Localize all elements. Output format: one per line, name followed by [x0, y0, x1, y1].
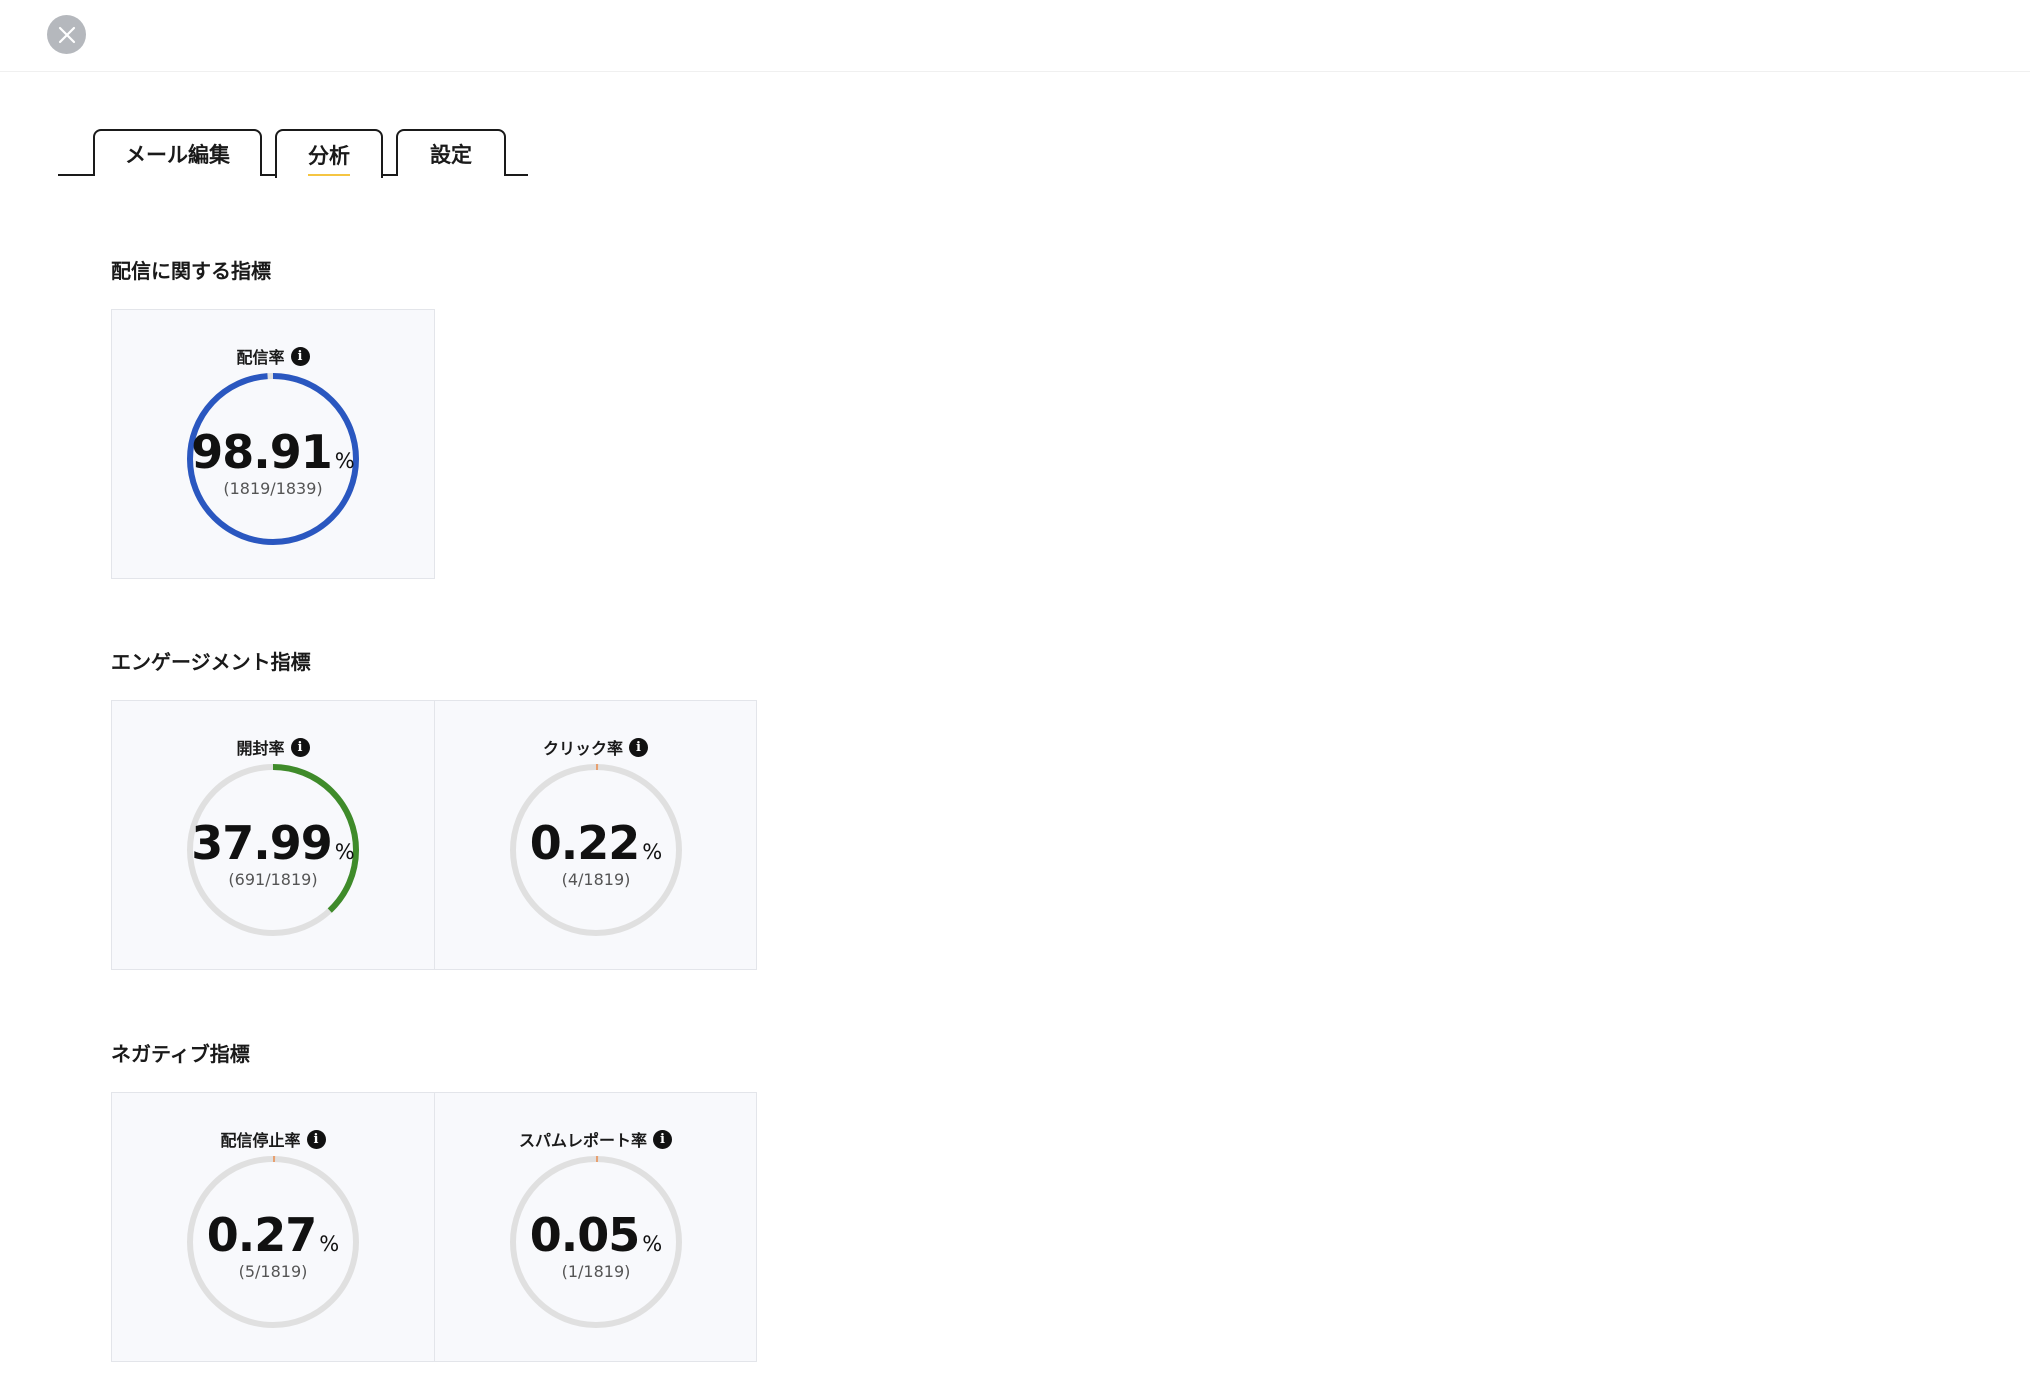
- tab-analysis[interactable]: 分析: [275, 129, 383, 178]
- close-icon: [58, 26, 75, 43]
- metric-label: 配信率: [236, 348, 285, 367]
- metric-unit: %: [334, 448, 355, 473]
- metric-card-open-rate: 開封率 i 37.99% (691/1819): [112, 701, 434, 969]
- metric-label: スパムレポート率: [518, 1131, 647, 1150]
- info-icon[interactable]: i: [290, 737, 310, 757]
- metric-label: 配信停止率: [220, 1131, 301, 1150]
- metric-value: 0.22: [529, 815, 640, 870]
- metric-card-spam-report-rate: スパムレポート率 i 0.05% (1/1819): [434, 1093, 756, 1361]
- metric-ratio: (4/1819): [561, 869, 631, 889]
- gauge-readout: 0.27% (5/1819): [184, 1153, 362, 1331]
- section-title-negative: ネガティブ指標: [111, 1042, 250, 1066]
- donut-gauge: 37.99% (691/1819): [184, 761, 362, 939]
- metric-label-row: 配信率 i: [112, 344, 434, 368]
- info-icon[interactable]: i: [290, 346, 310, 366]
- engagement-metrics-row: 開封率 i 37.99% (691/1819) クリック率 i 0.22% (4/1819): [111, 700, 757, 970]
- metric-unit: %: [642, 1231, 663, 1256]
- donut-gauge: 0.27% (5/1819): [184, 1153, 362, 1331]
- metric-value: 0.27: [206, 1207, 317, 1262]
- tab-mail-edit[interactable]: メール編集: [93, 129, 262, 176]
- info-icon[interactable]: i: [306, 1129, 326, 1149]
- negative-metrics-row: 配信停止率 i 0.27% (5/1819) スパムレポート率 i 0.05% (1/181…: [111, 1092, 757, 1362]
- donut-gauge: 0.22% (4/1819): [507, 761, 685, 939]
- tab-label: 設定: [430, 142, 472, 167]
- info-icon[interactable]: i: [629, 737, 648, 757]
- metric-card-unsubscribe-rate: 配信停止率 i 0.27% (5/1819): [112, 1093, 434, 1361]
- metric-unit: %: [334, 839, 355, 864]
- metric-label: クリック率: [542, 739, 623, 758]
- metric-label-row: クリック率 i: [435, 735, 756, 759]
- metric-ratio: (691/1819): [228, 869, 318, 889]
- donut-gauge: 0.05% (1/1819): [507, 1153, 685, 1331]
- metric-label-row: 開封率 i: [112, 735, 434, 759]
- tab-bar: メール編集 分析 設定: [58, 129, 528, 178]
- metric-ratio: (5/1819): [238, 1261, 308, 1281]
- metric-value: 98.91: [191, 424, 333, 479]
- top-bar: [0, 0, 2030, 72]
- metric-card-delivery-rate: 配信率 i 98.91% (1819/1839): [112, 310, 434, 578]
- tab-label: 分析: [308, 140, 350, 176]
- metric-unit: %: [642, 839, 663, 864]
- metric-label-row: 配信停止率 i: [112, 1127, 434, 1151]
- metric-ratio: (1/1819): [561, 1261, 631, 1281]
- section-title-engagement: エンゲージメント指標: [111, 650, 311, 674]
- metric-unit: %: [319, 1231, 340, 1256]
- metric-card-click-rate: クリック率 i 0.22% (4/1819): [434, 701, 756, 969]
- gauge-readout: 0.22% (4/1819): [507, 761, 685, 939]
- gauge-readout: 0.05% (1/1819): [507, 1153, 685, 1331]
- metric-ratio: (1819/1839): [223, 478, 323, 498]
- info-icon[interactable]: i: [653, 1129, 672, 1149]
- gauge-readout: 37.99% (691/1819): [184, 761, 362, 939]
- metric-label: 開封率: [236, 739, 285, 758]
- gauge-readout: 98.91% (1819/1839): [184, 370, 362, 548]
- close-button[interactable]: [47, 15, 86, 54]
- metric-value: 0.05: [529, 1207, 640, 1262]
- donut-gauge: 98.91% (1819/1839): [184, 370, 362, 548]
- tab-settings[interactable]: 設定: [396, 129, 506, 176]
- delivery-metrics-row: 配信率 i 98.91% (1819/1839): [111, 309, 435, 579]
- tab-label: メール編集: [125, 142, 230, 167]
- section-title-delivery: 配信に関する指標: [111, 259, 271, 283]
- metric-value: 37.99: [191, 815, 333, 870]
- metric-label-row: スパムレポート率 i: [435, 1127, 756, 1151]
- analysis-page: メール編集 分析 設定 配信に関する指標 配信率 i 98.91% (1819/183…: [0, 0, 2030, 1390]
